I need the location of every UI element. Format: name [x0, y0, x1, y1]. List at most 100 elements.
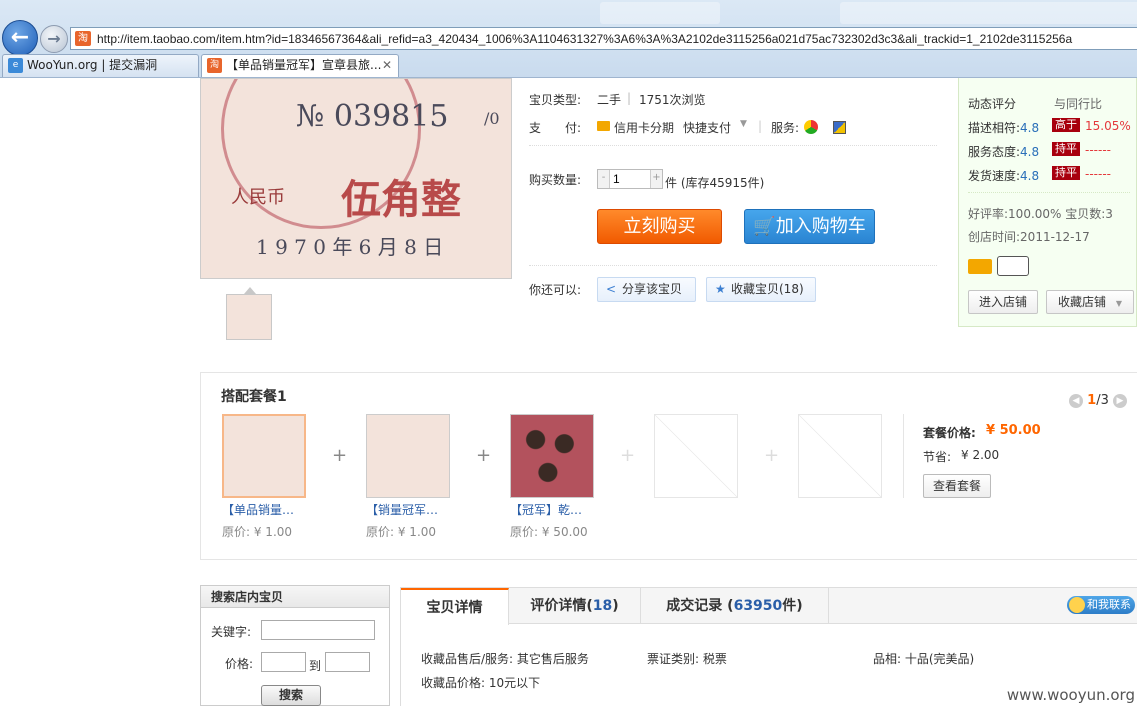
- shop-created: 创店时间:2011-12-17: [968, 230, 1090, 244]
- can-label: 你还可以:: [529, 283, 582, 297]
- favorite-shop-button[interactable]: 收藏店铺 ▼: [1046, 290, 1134, 314]
- plus-icon: +: [620, 445, 636, 466]
- combo-item-price: 原价: ¥ 1.00: [222, 525, 293, 539]
- tab-suffix: ): [612, 598, 619, 614]
- guarantee-icon[interactable]: [833, 121, 846, 134]
- taobao-icon: 淘: [75, 31, 91, 46]
- pay-label: 支 付:: [529, 121, 582, 135]
- pay-credit[interactable]: 信用卡分期: [614, 119, 674, 136]
- currency-prefix: 人民币: [231, 187, 285, 208]
- seven-day-return-icon[interactable]: [804, 120, 818, 134]
- address-bar[interactable]: 淘 http://item.taobao.com/item.htm?id=183…: [70, 27, 1137, 50]
- tab-transactions[interactable]: 成交记录 (63950件): [641, 588, 829, 624]
- good-rate: 好评率:100.00% 宝贝数:3: [968, 207, 1113, 221]
- browser-chrome: ← → 淘 http://item.taobao.com/item.htm?id…: [0, 0, 1137, 78]
- combo-item-name[interactable]: 【单品销量…: [222, 501, 294, 518]
- rating-compare: 15.05%: [1085, 119, 1131, 133]
- cart-icon: 🛒: [753, 216, 776, 237]
- tab-count: 18: [592, 598, 613, 614]
- qty-increase-button[interactable]: +: [650, 170, 662, 188]
- back-button[interactable]: ←: [2, 20, 38, 56]
- enter-shop-button[interactable]: 进入店铺: [968, 290, 1038, 314]
- combo-item-name[interactable]: 【销量冠军…: [366, 501, 438, 518]
- contact-button[interactable]: 和我联系: [1067, 596, 1135, 614]
- shop-search-box: 搜索店内宝贝 关键字: 价格: 到 搜索: [200, 585, 390, 706]
- share-button[interactable]: < 分享该宝贝: [597, 277, 696, 302]
- forward-arrow-icon: →: [47, 29, 61, 48]
- attr-item: 品相: 十品(完美品): [873, 652, 975, 666]
- forward-button[interactable]: →: [40, 25, 68, 53]
- divider-line: [529, 265, 937, 266]
- combo-item-price: 原价: ¥ 1.00: [366, 525, 437, 539]
- product-thumbnail[interactable]: [226, 294, 272, 340]
- tab-item-details[interactable]: 宝贝详情: [401, 588, 509, 625]
- qty-decrease-button[interactable]: -: [598, 170, 610, 188]
- attr-item: 收藏品售后/服务: 其它售后服务: [421, 652, 589, 666]
- add-to-cart-button[interactable]: 🛒加入购物车: [744, 209, 875, 244]
- rating-score: 4.8: [1020, 121, 1040, 135]
- divider: |: [758, 119, 763, 133]
- keyword-input[interactable]: [261, 620, 375, 640]
- shop-info-panel: 动态评分 与同行比 描述相符:4.8 高于 15.05% 服务态度:4.8 持平…: [958, 78, 1137, 327]
- chevron-down-icon[interactable]: ▼: [1116, 299, 1122, 308]
- combo-title: 搭配套餐1: [221, 389, 287, 405]
- back-arrow-icon: ←: [10, 25, 30, 50]
- plus-icon: +: [764, 445, 780, 466]
- close-icon[interactable]: ✕: [382, 55, 392, 76]
- url-text[interactable]: http://item.taobao.com/item.htm?id=18346…: [97, 32, 1072, 46]
- share-icon: <: [606, 282, 617, 296]
- pay-quick[interactable]: 快捷支付: [683, 119, 731, 136]
- combo-item-image[interactable]: [510, 414, 594, 498]
- attr-item: 票证类别: 税票: [647, 652, 727, 666]
- quantity-input[interactable]: [611, 170, 648, 188]
- combo-item-name[interactable]: 【冠军】乾…: [510, 501, 582, 518]
- combo-item-image[interactable]: [222, 414, 306, 498]
- rating-score: 4.8: [1020, 169, 1040, 183]
- tab-wooyun[interactable]: e WooYun.org | 提交漏洞: [2, 54, 199, 77]
- tab-taobao[interactable]: 淘 【单品销量冠军】宣章县旅... ✕: [201, 54, 399, 77]
- type-value: 二手: [597, 93, 622, 107]
- price-max-input[interactable]: [325, 652, 370, 672]
- rating-badge: 持平: [1052, 166, 1080, 180]
- tab-label: 宝贝详情: [426, 600, 483, 616]
- blurred-toolbar-item: [840, 2, 1137, 24]
- buy-now-button[interactable]: 立刻购买: [597, 209, 722, 244]
- credit-card-icon: [597, 121, 610, 131]
- to-label: 到: [309, 659, 322, 673]
- page-content: № 039815 /0 人民币 伍角整 1 9 7 0 年 6 月 8 日 宝贝…: [0, 78, 1137, 706]
- amount-text: 伍角整: [341, 176, 461, 223]
- tab-label: WooYun.org | 提交漏洞: [27, 58, 158, 72]
- search-button[interactable]: 搜索: [261, 685, 321, 706]
- combo-package: 搭配套餐1 ◀ 1/3 ▶ + + + + 【单品销量… 原价: ¥ 1.00 …: [200, 372, 1137, 560]
- combo-empty-slot: [654, 414, 738, 498]
- tab-reviews[interactable]: 评价详情(18): [509, 588, 641, 624]
- blurred-toolbar-item: [600, 2, 720, 24]
- rating-label: 发货速度:: [968, 169, 1021, 183]
- tab-suffix: 件): [782, 598, 803, 614]
- next-arrow-icon[interactable]: ▶: [1113, 393, 1127, 408]
- tab-count: 63950: [733, 598, 783, 614]
- serial-number: № 039815: [296, 99, 449, 134]
- wangwang-icon: [1069, 597, 1085, 613]
- contact-label: 和我联系: [1087, 598, 1131, 611]
- chevron-down-icon[interactable]: ▼: [740, 119, 747, 129]
- pager-current: 1: [1087, 393, 1097, 408]
- view-package-button[interactable]: 查看套餐: [923, 474, 991, 498]
- prev-arrow-icon[interactable]: ◀: [1069, 393, 1084, 408]
- rating-service: 服务态度:4.8: [968, 143, 1039, 160]
- price-min-input[interactable]: [261, 652, 306, 672]
- favorite-item-button[interactable]: ★ 收藏宝贝(18): [706, 277, 816, 302]
- product-main-image: № 039815 /0 人民币 伍角整 1 9 7 0 年 6 月 8 日: [200, 78, 512, 279]
- views-count: 1751次浏览: [639, 93, 706, 107]
- price-label: 价格:: [225, 657, 254, 671]
- consumer-guarantee-icon: [997, 256, 1029, 276]
- rating-shipping: 发货速度:4.8: [968, 167, 1039, 184]
- service-label: 服务:: [771, 121, 800, 135]
- favorite-shop-label: 收藏店铺: [1058, 295, 1107, 309]
- package-price: ¥ 50.00: [986, 423, 1041, 438]
- combo-item-image[interactable]: [366, 414, 450, 498]
- ie-icon: e: [8, 58, 23, 73]
- pager-total: /3: [1096, 393, 1109, 408]
- quantity-stepper[interactable]: - +: [597, 169, 663, 189]
- rating-badge: 高于: [1052, 118, 1080, 132]
